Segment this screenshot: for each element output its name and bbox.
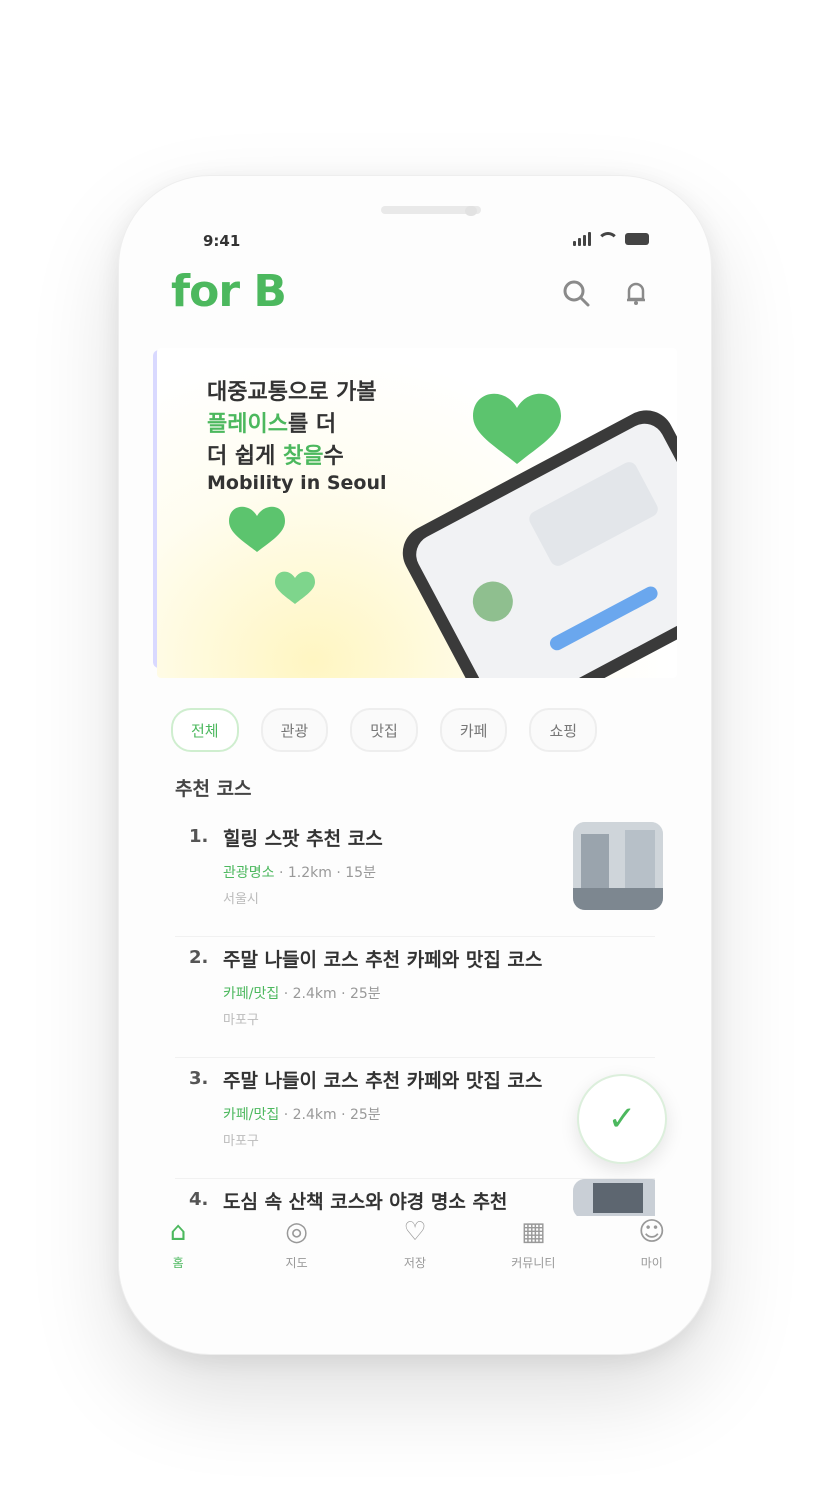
- list-item[interactable]: 2. 주말 나들이 코스 추천 카페와 맛집 코스 카페/맛집 · 2.4km …: [175, 937, 655, 1058]
- chip-all[interactable]: 전체: [171, 708, 239, 752]
- item-title: 주말 나들이 코스 추천 카페와 맛집 코스: [223, 949, 543, 971]
- item-meta: 관광명소 · 1.2km · 15분: [223, 865, 376, 881]
- heart-icon: [229, 506, 285, 552]
- list-item[interactable]: 1. 힐링 스팟 추천 코스 관광명소 · 1.2km · 15분 서울시: [175, 816, 663, 937]
- item-sub: 서울시: [223, 892, 259, 907]
- profile-icon: ☺: [638, 1217, 666, 1247]
- phone-frame: 9:41 for B 대중교통으로 가볼 플레이스를 더 더 쉽게 찾을수 Mo…: [118, 175, 712, 1355]
- tab-map[interactable]: ◎ 지도: [252, 1216, 342, 1306]
- battery-icon: [625, 233, 649, 245]
- heart-icon: [275, 571, 315, 604]
- list-item[interactable]: 4. 도심 속 산책 코스와 야경 명소 추천: [175, 1179, 655, 1219]
- notification-bell-icon[interactable]: [619, 276, 653, 310]
- chip-food[interactable]: 맛집: [350, 708, 418, 752]
- item-thumbnail: [573, 1179, 655, 1219]
- item-number: 3.: [189, 1068, 209, 1089]
- map-icon: ◎: [285, 1217, 308, 1247]
- floating-action-button[interactable]: ✓: [577, 1074, 667, 1164]
- checkmark-icon: ✓: [607, 1099, 637, 1139]
- wifi-icon: [597, 232, 619, 246]
- grid-icon: ▦: [521, 1217, 546, 1247]
- status-icons: [573, 232, 649, 246]
- app-logo: for B: [171, 266, 287, 317]
- chip-shopping[interactable]: 쇼핑: [529, 708, 598, 752]
- bookmark-icon: ♡: [403, 1217, 427, 1247]
- item-title: 힐링 스팟 추천 코스: [223, 828, 383, 850]
- signal-icon: [573, 232, 591, 246]
- tab-saved[interactable]: ♡ 저장: [370, 1216, 460, 1306]
- promo-banner[interactable]: 대중교통으로 가볼 플레이스를 더 더 쉽게 찾을수 Mobility in S…: [157, 348, 677, 678]
- item-meta: 카페/맛집 · 2.4km · 25분: [223, 986, 381, 1002]
- bottom-tab-bar: ⌂ 홈 ◎ 지도 ♡ 저장 ▦ 커뮤니티 ☺ 마이: [119, 1216, 711, 1306]
- chip-cafe[interactable]: 카페: [439, 708, 508, 752]
- section-title: 추천 코스: [175, 778, 252, 800]
- item-title: 주말 나들이 코스 추천 카페와 맛집 코스: [223, 1070, 543, 1092]
- item-number: 2.: [189, 947, 209, 968]
- camera-dot: [465, 206, 477, 216]
- tab-home[interactable]: ⌂ 홈: [133, 1216, 223, 1306]
- chip-tour[interactable]: 관광: [260, 708, 329, 752]
- search-icon[interactable]: [559, 276, 593, 310]
- home-icon: ⌂: [169, 1217, 187, 1247]
- category-chips: 전체 관광 맛집 카페 쇼핑: [171, 708, 598, 752]
- item-sub: 마포구: [223, 1013, 259, 1028]
- item-meta: 카페/맛집 · 2.4km · 25분: [223, 1107, 381, 1123]
- item-number: 1.: [189, 826, 209, 847]
- item-title: 도심 속 산책 코스와 야경 명소 추천: [223, 1191, 508, 1213]
- item-number: 4.: [189, 1189, 209, 1210]
- item-thumbnail: [573, 822, 663, 910]
- tab-my[interactable]: ☺ 마이: [607, 1216, 697, 1306]
- item-sub: 마포구: [223, 1134, 259, 1149]
- status-time: 9:41: [203, 232, 241, 250]
- heart-icon: [473, 393, 561, 464]
- banner-illustration: [229, 393, 677, 678]
- course-list: 1. 힐링 스팟 추천 코스 관광명소 · 1.2km · 15분 서울시 2.…: [175, 816, 663, 1219]
- tab-community[interactable]: ▦ 커뮤니티: [488, 1216, 578, 1306]
